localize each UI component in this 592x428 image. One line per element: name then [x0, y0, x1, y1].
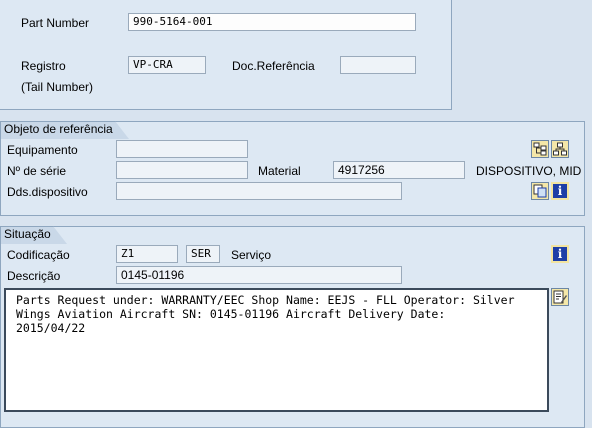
codificacao-label: Codificação [7, 248, 70, 262]
structure-tree-icon[interactable] [551, 140, 569, 158]
equipamento-label: Equipamento [7, 143, 78, 157]
situacao-tab-label: Situação [4, 227, 51, 241]
edit-text-glyph [553, 290, 567, 304]
descricao-field[interactable]: 0145-01196 [116, 266, 402, 284]
objeto-tab-label: Objeto de referência [4, 122, 113, 136]
info-icon[interactable]: i [551, 182, 569, 200]
dds-dispositivo-field[interactable] [116, 182, 402, 200]
doc-referencia-field[interactable] [340, 56, 416, 74]
material-description: DISPOSITIVO, MID [476, 164, 582, 178]
codificacao-text: Serviço [231, 248, 272, 262]
tail-number-label: (Tail Number) [21, 80, 94, 94]
hierarchy-structure-glyph [533, 142, 547, 156]
codificacao-code-field[interactable]: SER [186, 245, 220, 263]
copy-display-glyph [533, 184, 547, 198]
registro-label: Registro [21, 59, 66, 73]
doc-referencia-label: Doc.Referência [232, 59, 315, 73]
hierarchy-structure-icon[interactable] [531, 140, 549, 158]
edit-text-icon[interactable] [551, 288, 569, 306]
material-label: Material [258, 164, 301, 178]
registro-field[interactable]: VP-CRA [128, 56, 206, 74]
situacao-info-icon[interactable]: i [551, 245, 569, 263]
copy-display-icon[interactable] [531, 182, 549, 200]
long-text-area[interactable]: Parts Request under: WARRANTY/EEC Shop N… [4, 288, 549, 412]
part-number-field[interactable]: 990-5164-001 [128, 13, 416, 31]
structure-tree-glyph [553, 142, 567, 156]
dds-dispositivo-label: Dds.dispositivo [7, 185, 88, 199]
material-field[interactable]: 4917256 [333, 161, 465, 179]
equipamento-field[interactable] [116, 140, 248, 158]
serie-label: Nº de série [7, 164, 67, 178]
part-number-label: Part Number [21, 16, 90, 30]
serie-field[interactable] [116, 161, 248, 179]
codificacao-field[interactable]: Z1 [116, 245, 178, 263]
descricao-label: Descrição [7, 269, 61, 283]
